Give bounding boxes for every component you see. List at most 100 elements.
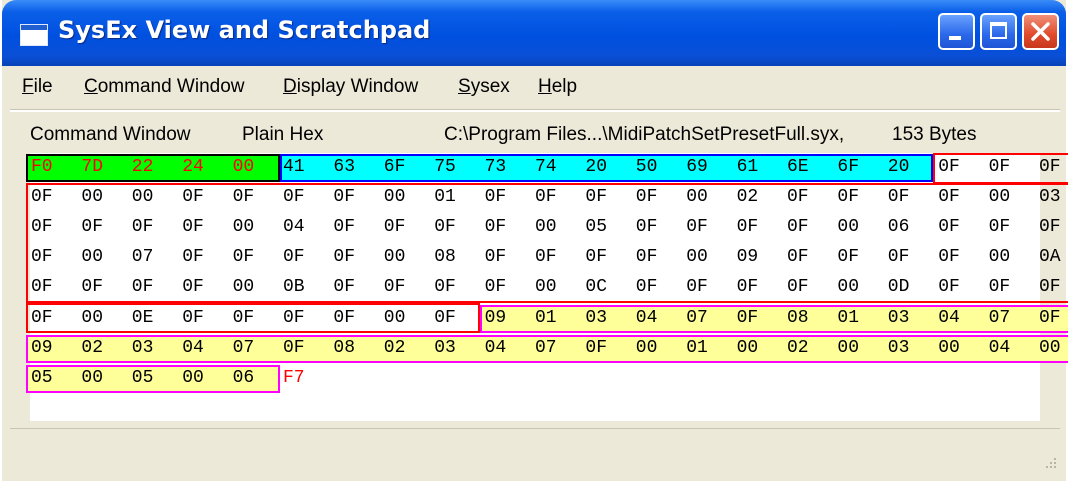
hex-byte: 03 [887,307,910,328]
hex-byte: 00 [383,247,406,268]
hex-byte: 22 [131,157,154,177]
menu-sysex[interactable]: Sysex [458,76,510,98]
hex-byte: 0F [484,217,507,238]
hex-byte: 0F [182,247,204,268]
hex-byte: 00 [535,277,557,298]
resize-grip-icon[interactable] [1042,456,1058,472]
hex-byte: 0F [232,187,255,208]
hex-byte: 0F [635,247,658,268]
hex-byte: 0F [686,277,708,298]
hex-byte: 0F [434,217,456,238]
hex-byte: 08 [333,337,355,358]
hex-byte: 0F [736,307,759,328]
hex-byte: 0F [31,187,53,208]
hex-byte: 0E [131,307,154,328]
hex-byte: 24 [182,157,204,177]
hex-byte: 00 [232,217,255,238]
hex-byte: 0F [434,277,456,298]
hex-byte: 50 [635,157,658,177]
hex-byte: 0F [635,277,658,298]
hex-byte: 0F [484,187,507,208]
hex-byte: 0F [938,187,960,208]
hex-byte: 0F [333,187,355,208]
hex-byte: 0F [283,337,305,358]
app-window: SysEx View and Scratchpad File Command W… [2,0,1068,481]
hex-byte: 01 [434,187,456,208]
hex-byte: 03 [1039,187,1061,208]
hex-byte: 04 [635,307,658,328]
byte-count: 153 Bytes [892,124,977,145]
hex-byte: 74 [535,157,557,177]
menu-command-window[interactable]: Command Window [84,76,245,98]
menu-file[interactable]: File [22,76,53,98]
file-path: C:\Program Files...\MidiPatchSetPresetFu… [444,124,845,145]
minimize-icon [949,36,961,40]
hex-byte: 00 [383,187,406,208]
hex-byte: 00 [837,277,859,298]
close-icon [1031,22,1050,41]
hex-byte: 0F [1039,217,1061,238]
hex-byte: 0F [686,217,708,238]
hex-byte: 75 [434,157,456,177]
hex-byte: 02 [81,337,103,358]
hex-byte: 0F [988,217,1011,238]
hex-byte: 0F [333,217,355,238]
hex-byte: 0F [283,187,305,208]
hex-byte: 03 [887,337,910,358]
hex-byte: 0F [887,187,910,208]
hex-byte: 05 [585,217,607,238]
hex-byte: 0F [887,247,910,268]
hex-byte: 0D [887,277,910,298]
hex-byte: 00 [81,247,103,268]
title-bar[interactable]: SysEx View and Scratchpad [2,0,1066,66]
menu-display-window[interactable]: Display Window [283,76,418,98]
hex-byte: 00 [383,307,406,328]
hex-byte: 0F [283,307,305,328]
hex-byte: 00 [535,217,557,238]
hex-byte: 00 [81,307,103,328]
status-bar [10,428,1060,474]
hex-byte: 0B [283,277,305,298]
hex-byte: 04 [988,337,1011,358]
hex-byte: 0F [182,277,204,298]
hex-byte: 0F [333,277,355,298]
hex-byte: 0F [787,247,809,268]
hex-byte: 73 [484,157,507,177]
hex-byte: 61 [736,157,759,177]
hex-byte: 03 [434,337,456,358]
hex-byte: 08 [434,247,456,268]
hex-byte: 03 [585,307,607,328]
hex-byte: 01 [535,307,557,328]
hex-byte: 09 [736,247,759,268]
hex-byte: 00 [131,187,154,208]
hex-byte: 0F [787,277,809,298]
hex-byte: 00 [232,277,255,298]
hex-byte: 00 [988,247,1011,268]
hex-byte: 0F [1039,157,1061,177]
hex-byte: 02 [383,337,406,358]
hex-byte: 20 [887,157,910,177]
hex-byte: 0F [787,187,809,208]
hex-byte: F7 [283,367,305,388]
hex-view[interactable]: F0 7D 22 24 00 41 63 6F 75 73 74 20 50 69 61 6E 6F 20 0F 0F… [26,153,1068,421]
hex-byte: 6E [787,157,809,177]
minimize-button[interactable] [938,13,975,50]
hex-byte: 0F [182,187,204,208]
info-row: Command Window Plain Hex C:\Program File… [10,112,1060,156]
close-button[interactable] [1022,13,1059,50]
menu-help[interactable]: Help [538,76,577,98]
hex-byte: 0F [131,277,154,298]
hex-byte: 06 [232,367,255,388]
format-label: Plain Hex [242,124,324,145]
hex-byte: 0F [31,217,53,238]
maximize-button[interactable] [980,13,1017,50]
hex-byte: 0F [585,247,607,268]
hex-byte: 0F [635,187,658,208]
hex-byte: 0F [484,247,507,268]
hex-byte: 07 [988,307,1011,328]
hex-byte: 03 [131,337,154,358]
hex-byte: 0F [31,247,53,268]
hex-byte: 04 [484,337,507,358]
hex-byte: 00 [988,187,1011,208]
hex-byte: 00 [837,217,859,238]
